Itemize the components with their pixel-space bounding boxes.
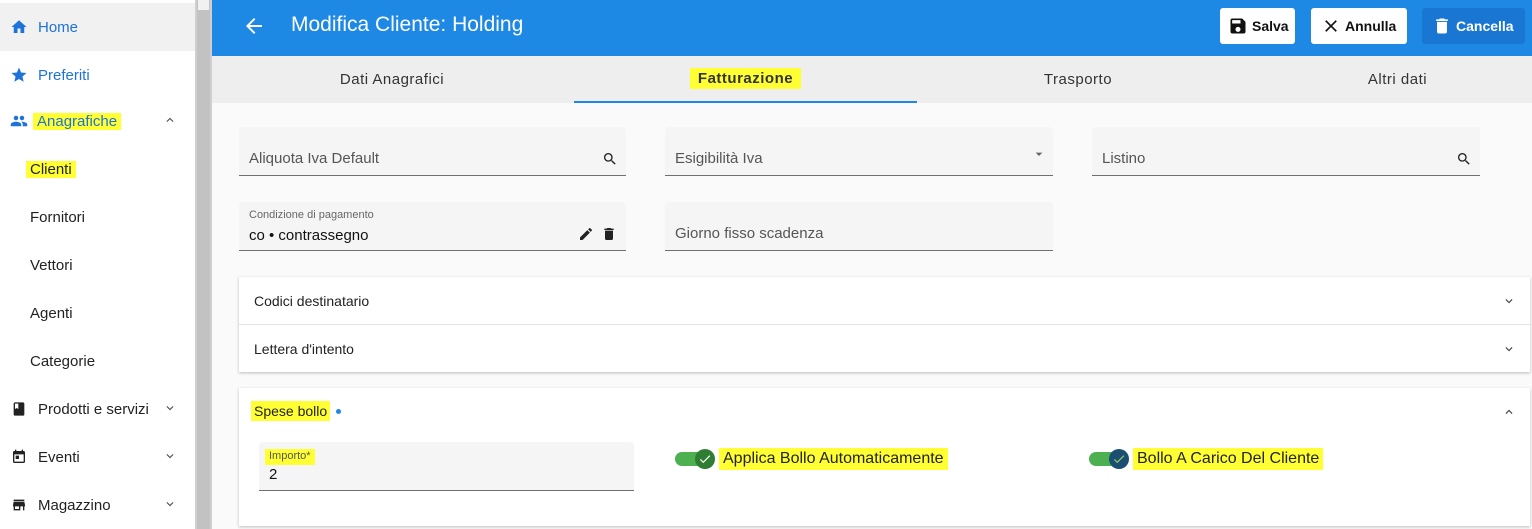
- field-label: Condizione di pagamento: [249, 209, 374, 221]
- field-placeholder: Listino: [1102, 150, 1146, 167]
- page-header: Modifica Cliente: Holding Salva Annulla …: [212, 0, 1532, 56]
- app-root: Home Preferiti Anagrafiche Clienti Forni…: [0, 0, 1532, 529]
- trash-icon[interactable]: [601, 226, 617, 242]
- condizione-pagamento-field[interactable]: Condizione di pagamento co • contrassegn…: [239, 202, 626, 251]
- tab-trasporto[interactable]: Trasporto: [917, 56, 1239, 103]
- scroll-up-arrow[interactable]: [198, 0, 209, 10]
- save-button[interactable]: Salva: [1220, 8, 1295, 44]
- calendar-icon: [9, 447, 29, 467]
- field-label: Importo*: [265, 449, 315, 465]
- dropdown-arrow-icon: [1035, 152, 1043, 156]
- toggle-switch[interactable]: [1089, 449, 1129, 469]
- panel-spese-bollo-header[interactable]: Spese bollo: [239, 388, 1530, 434]
- sidebar-subitem-vettori[interactable]: Vettori: [30, 257, 73, 274]
- sidebar-item-anagrafiche[interactable]: Anagrafiche: [0, 97, 195, 145]
- close-icon: [1325, 20, 1337, 32]
- sidebar-item-preferiti[interactable]: Preferiti: [0, 51, 195, 99]
- sidebar-subitem-categorie[interactable]: Categorie: [30, 353, 95, 370]
- aliquota-iva-field[interactable]: Aliquota Iva Default: [239, 127, 626, 176]
- toggle-label: Applica Bollo Automaticamente: [719, 448, 948, 470]
- home-icon: [9, 17, 29, 37]
- tab-altri-dati[interactable]: Altri dati: [1239, 56, 1532, 103]
- sidebar-item-label: Magazzino: [38, 496, 111, 514]
- chevron-up-icon: [1505, 409, 1513, 414]
- scrollbar-thumb[interactable]: [197, 0, 210, 529]
- trash-icon: [1436, 18, 1448, 34]
- sidebar-item-label: Preferiti: [38, 66, 90, 84]
- chevron-down-icon: [166, 406, 174, 411]
- back-arrow-icon[interactable]: [242, 14, 266, 38]
- bollo-carico-cliente-toggle[interactable]: Bollo A Carico Del Cliente: [1089, 448, 1324, 470]
- tab-label: Fatturazione: [689, 68, 802, 89]
- sidebar-item-magazzino[interactable]: Magazzino: [0, 481, 195, 529]
- save-icon: [1230, 18, 1246, 34]
- check-icon: [695, 449, 715, 469]
- tab-label: Altri dati: [1367, 71, 1428, 88]
- tab-dati-anagrafici[interactable]: Dati Anagrafici: [222, 56, 562, 103]
- chevron-up-icon: [166, 117, 174, 122]
- edit-icon[interactable]: [578, 226, 594, 242]
- chevron-down-icon: [166, 454, 174, 459]
- sidebar-item-label: Anagrafiche: [33, 112, 122, 130]
- expansion-panel-group: Codici destinatario Lettera d'intento: [239, 277, 1530, 372]
- field-placeholder: Aliquota Iva Default: [249, 150, 380, 167]
- field-value: co • contrassegno: [249, 227, 369, 244]
- sidebar-item-label: Eventi: [38, 448, 80, 466]
- star-icon: [9, 65, 29, 85]
- field-value: 2: [269, 466, 278, 483]
- sidebar-item-eventi[interactable]: Eventi: [0, 433, 195, 481]
- sidebar-subitem-agenti[interactable]: Agenti: [30, 305, 73, 322]
- esigibilita-iva-select[interactable]: Esigibilità Iva: [665, 127, 1053, 176]
- main-content: Aliquota Iva Default Esigibilità Iva Lis…: [212, 103, 1532, 529]
- panel-spese-bollo: Spese bollo Importo* 2 Applica Bollo Aut…: [239, 388, 1530, 526]
- giorno-fisso-scadenza-field[interactable]: Giorno fisso scadenza: [665, 202, 1053, 251]
- check-icon: [1109, 449, 1129, 469]
- chevron-down-icon: [166, 502, 174, 507]
- book-icon: [9, 399, 29, 419]
- panel-title: Spese bollo: [251, 401, 331, 421]
- sidebar-item-prodotti[interactable]: Prodotti e servizi: [0, 385, 195, 433]
- panel-title: Lettera d'intento: [254, 341, 354, 357]
- sidebar-item-label: Home: [38, 18, 79, 36]
- save-label: Salva: [1252, 18, 1289, 34]
- importo-field[interactable]: Importo* 2: [259, 442, 634, 491]
- toggle-switch[interactable]: [675, 449, 715, 469]
- sidebar-item-label: Prodotti e servizi: [38, 400, 149, 418]
- modified-dot: [336, 408, 342, 414]
- chevron-down-icon: [1505, 299, 1513, 304]
- sidebar-scrollbar[interactable]: [195, 0, 212, 529]
- warehouse-icon: [9, 495, 29, 515]
- tab-bar: Dati Anagrafici Fatturazione Trasporto A…: [212, 56, 1532, 103]
- panel-codici-destinatario[interactable]: Codici destinatario: [239, 277, 1530, 325]
- listino-field[interactable]: Listino: [1092, 127, 1480, 176]
- chevron-down-icon: [1505, 347, 1513, 352]
- cancel-label: Annulla: [1345, 18, 1397, 34]
- sidebar-item-home[interactable]: Home: [0, 3, 195, 51]
- sidebar-subitem-clienti[interactable]: Clienti: [26, 161, 76, 178]
- tab-fatturazione[interactable]: Fatturazione: [574, 56, 917, 103]
- toggle-label: Bollo A Carico Del Cliente: [1133, 448, 1324, 470]
- panel-title: Codici destinatario: [254, 293, 370, 309]
- people-icon: [9, 111, 29, 131]
- page-title: Modifica Cliente: Holding: [291, 13, 524, 36]
- delete-button[interactable]: Cancella: [1422, 8, 1525, 44]
- sidebar-subitem-fornitori[interactable]: Fornitori: [30, 209, 85, 226]
- field-placeholder: Esigibilità Iva: [675, 150, 763, 167]
- search-icon[interactable]: [602, 151, 618, 167]
- sidebar: Home Preferiti Anagrafiche Clienti Forni…: [0, 0, 195, 529]
- panel-lettera-intento[interactable]: Lettera d'intento: [239, 325, 1530, 373]
- tab-label: Trasporto: [1043, 71, 1113, 88]
- applica-bollo-toggle[interactable]: Applica Bollo Automaticamente: [675, 448, 948, 470]
- tab-label: Dati Anagrafici: [339, 71, 445, 88]
- field-placeholder: Giorno fisso scadenza: [675, 225, 824, 242]
- search-icon[interactable]: [1456, 151, 1472, 167]
- delete-label: Cancella: [1456, 18, 1514, 34]
- cancel-button[interactable]: Annulla: [1311, 8, 1407, 44]
